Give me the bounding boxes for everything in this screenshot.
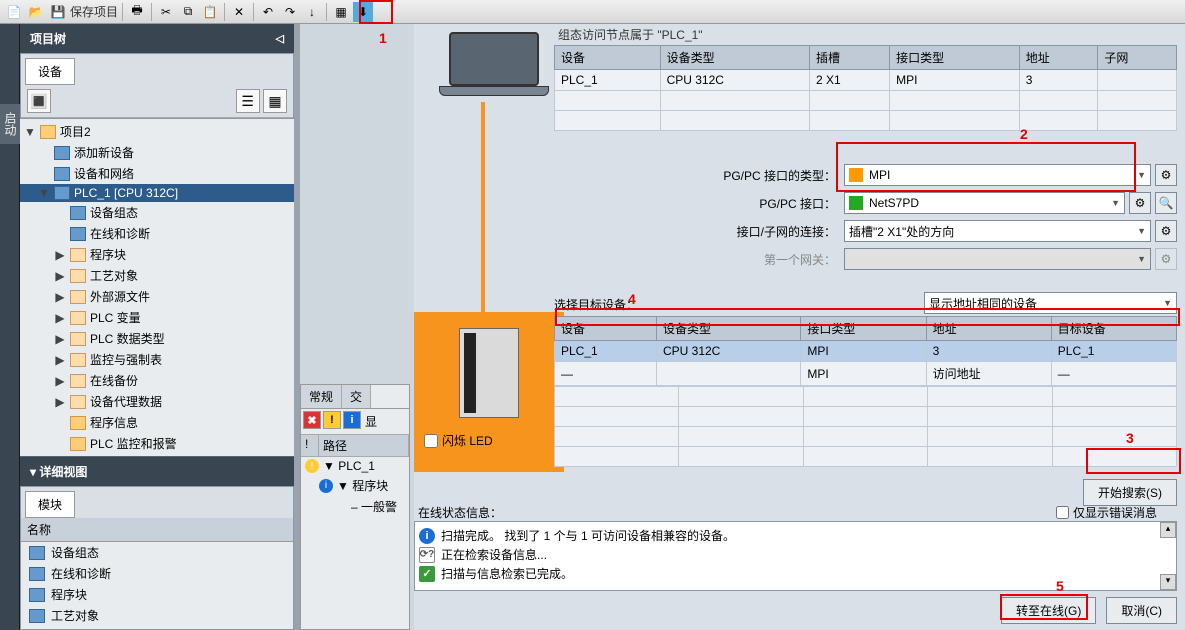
tree-item[interactable]: 设备和网络 (20, 163, 294, 184)
save-project-label: 保存项目 (70, 3, 118, 20)
gateway-combo (844, 248, 1151, 270)
scroll-up-icon[interactable]: ▴ (1160, 522, 1176, 538)
device-row[interactable]: —MPI访问地址— (555, 362, 1177, 386)
status-row: ⟳?正在检索设备信息... (419, 545, 1172, 564)
detail-row[interactable]: 外部源文件 (21, 626, 293, 630)
go-online-button[interactable]: 转至在线(G) (1001, 597, 1096, 624)
target-devices-table[interactable]: 设备设备类型接口类型地址目标设备 PLC_1CPU 312CMPI3PLC_1—… (554, 316, 1177, 386)
select-target-label: 选择目标设备： (554, 296, 638, 313)
main-toolbar: 📄 📂 💾 保存项目 🖶 ✂ ⧉ 📋 ✕ ↶ ↷ ↓ ▦ ⬇ (0, 0, 1185, 24)
detail-row[interactable]: 设备组态 (21, 542, 293, 563)
tree-item[interactable]: ▼PLC_1 [CPU 312C] (20, 184, 294, 202)
device-view-icon[interactable]: 🔳 (27, 89, 51, 113)
tree-item[interactable]: ▶监控与强制表 (20, 349, 294, 370)
connection-dialog: 闪烁 LED 组态访问节点属于 "PLC_1" 设备设备类型插槽接口类型地址子网… (414, 24, 1185, 630)
info-filter-icon[interactable]: i (343, 411, 361, 429)
tree-item[interactable]: ▶PLC 数据类型 (20, 328, 294, 349)
msg-row[interactable]: !▼ PLC_1 (301, 457, 409, 475)
detail-title: 详细视图 (39, 465, 87, 479)
cancel-button[interactable]: 取消(C) (1106, 597, 1177, 624)
tree-item[interactable]: 添加新设备 (20, 142, 294, 163)
interface-form: PG/PC 接口的类型： MPI ⚙ PG/PC 接口： NetS7PD ⚙ 🔍… (714, 164, 1177, 276)
online-status-label: 在线状态信息： (414, 504, 506, 522)
pgpc-if-search-icon[interactable]: 🔍 (1155, 192, 1177, 214)
flash-led-checkbox[interactable]: 闪烁 LED (420, 428, 558, 453)
gateway-label: 第一个网关： (714, 251, 844, 268)
gateway-config-icon: ⚙ (1155, 248, 1177, 270)
tree-item[interactable]: ▶在线备份 (20, 370, 294, 391)
subnet-config-icon[interactable]: ⚙ (1155, 220, 1177, 242)
detail-row[interactable]: 在线和诊断 (21, 563, 293, 584)
tree-item[interactable]: ▶工艺对象 (20, 265, 294, 286)
plc-graphic: 闪烁 LED (414, 312, 564, 472)
tree-item[interactable]: ▶程序块 (20, 244, 294, 265)
download-icon[interactable]: ⬇ (353, 2, 373, 22)
status-row: i扫描完成。 找到了 1 个与 1 可访问设备相兼容的设备。 (419, 526, 1172, 545)
tree-item[interactable]: ▶外部源文件 (20, 286, 294, 307)
tree-item[interactable]: 设备组态 (20, 202, 294, 223)
config-nodes-table: 设备设备类型插槽接口类型地址子网 PLC_1CPU 312C2 X1MPI3 (554, 45, 1177, 131)
undo-icon[interactable]: ↶ (258, 2, 278, 22)
detail-row[interactable]: 程序块 (21, 584, 293, 605)
cut-icon[interactable]: ✂ (156, 2, 176, 22)
msg-tab-general[interactable]: 常规 (301, 385, 342, 408)
select-target-combo[interactable]: 显示地址相同的设备 (924, 292, 1177, 314)
pgpc-type-combo[interactable]: MPI (844, 164, 1151, 186)
pgpc-if-combo[interactable]: NetS7PD (844, 192, 1125, 214)
tree-item[interactable]: ▼项目2 (20, 121, 294, 142)
module-tab[interactable]: 模块 (25, 491, 75, 518)
warn-filter-icon[interactable]: ! (323, 411, 341, 429)
tree-item[interactable]: ▶设备代理数据 (20, 391, 294, 412)
config-nodes-title: 组态访问节点属于 "PLC_1" (554, 24, 1177, 45)
msg-tab-cross[interactable]: 交 (342, 385, 371, 408)
show-label: 显 (363, 411, 379, 432)
open-icon[interactable]: 📂 (26, 2, 46, 22)
redo-icon[interactable]: ↷ (280, 2, 300, 22)
message-panel: 常规 交 ✖ ! i 显 ! 路径 !▼ PLC_1i▼ 程序块– 一般警 (300, 384, 410, 630)
connection-line (481, 102, 485, 312)
paste-icon[interactable]: 📋 (200, 2, 220, 22)
down-icon[interactable]: ↓ (302, 2, 322, 22)
left-strip: 启动 (0, 24, 20, 630)
sidebar-title: 项目树 (30, 30, 66, 47)
delete-icon[interactable]: ✕ (229, 2, 249, 22)
pgpc-if-config-icon[interactable]: ⚙ (1129, 192, 1151, 214)
msg-col-path: 路径 (319, 435, 409, 456)
pgpc-type-config-icon[interactable]: ⚙ (1155, 164, 1177, 186)
status-messages: i扫描完成。 找到了 1 个与 1 可访问设备相兼容的设备。⟳?正在检索设备信息… (414, 521, 1177, 591)
subnet-label: 接口/子网的连接： (714, 223, 844, 240)
left-strip-tab[interactable]: 启动 (0, 104, 21, 144)
device-row[interactable]: PLC_1CPU 312CMPI3PLC_1 (555, 341, 1177, 362)
new-icon[interactable]: 📄 (4, 2, 24, 22)
detail-row[interactable]: 工艺对象 (21, 605, 293, 626)
tree-item[interactable]: 在线和诊断 (20, 223, 294, 244)
scroll-down-icon[interactable]: ▾ (1160, 574, 1176, 590)
start-search-button[interactable]: 开始搜索(S) (1083, 479, 1177, 506)
main-area: 常规 交 ✖ ! i 显 ! 路径 !▼ PLC_1i▼ 程序块– 一般警 闪烁… (294, 24, 1185, 630)
project-tree[interactable]: ▼项目2添加新设备设备和网络▼PLC_1 [CPU 312C]设备组态在线和诊断… (20, 119, 294, 456)
detail-header: 名称 (21, 518, 293, 542)
detail-view-icon[interactable]: ▦ (263, 89, 287, 113)
pgpc-type-label: PG/PC 接口的类型： (714, 167, 844, 184)
status-row: ✓扫描与信息检索已完成。 (419, 564, 1172, 583)
sidebar-collapse-icon[interactable]: ◁ (276, 32, 284, 45)
errors-only-checkbox[interactable]: 仅显示错误消息 (1056, 504, 1157, 521)
tree-item[interactable]: ▶PLC 变量 (20, 307, 294, 328)
print-icon[interactable]: 🖶 (127, 2, 147, 22)
tree-item[interactable]: PLC 监控和报警 (20, 433, 294, 454)
pc-graphic (434, 32, 554, 102)
error-filter-icon[interactable]: ✖ (303, 411, 321, 429)
msg-col-icon: ! (301, 435, 319, 456)
msg-row[interactable]: – 一般警 (301, 496, 409, 517)
save-icon[interactable]: 💾 (48, 2, 68, 22)
tree-item[interactable]: 程序信息 (20, 412, 294, 433)
grid-icon[interactable]: ▦ (331, 2, 351, 22)
list-view-icon[interactable]: ☰ (236, 89, 260, 113)
copy-icon[interactable]: ⧉ (178, 2, 198, 22)
device-tab[interactable]: 设备 (25, 58, 75, 85)
project-sidebar: 项目树 ◁ 设备 🔳 ☰ ▦ ▼项目2添加新设备设备和网络▼PLC_1 [CPU… (20, 24, 294, 630)
pgpc-if-label: PG/PC 接口： (714, 195, 844, 212)
msg-row[interactable]: i▼ 程序块 (301, 475, 409, 496)
subnet-combo[interactable]: 插槽"2 X1"处的方向 (844, 220, 1151, 242)
